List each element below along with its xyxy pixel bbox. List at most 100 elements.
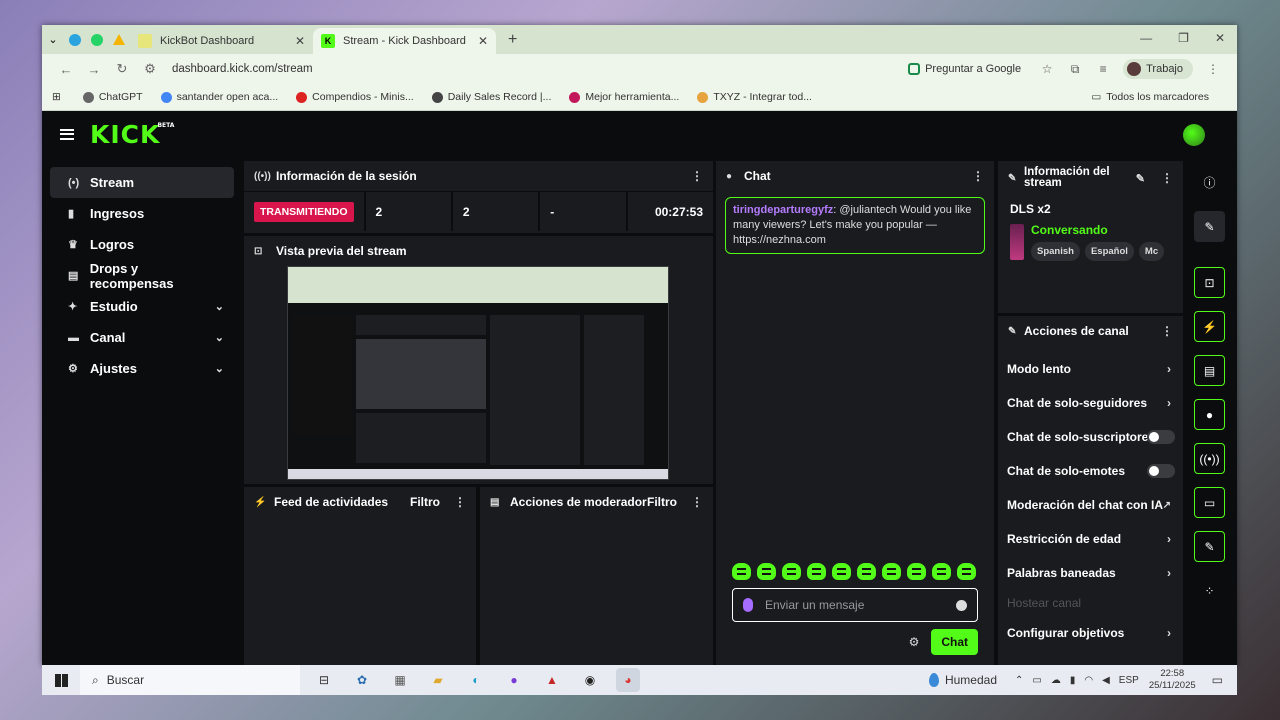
edit-layout-icon[interactable]: ✎ — [1194, 211, 1225, 242]
channel-action-item[interactable]: Moderación del chat con IA ↗ — [998, 488, 1183, 522]
restore-icon[interactable]: ❐ — [1178, 31, 1189, 45]
sidebar-item-drops-y-recompensas[interactable]: ▤ Drops y recompensas — [50, 260, 234, 291]
feed-filter-button[interactable]: Filtro — [410, 495, 440, 509]
reload-icon[interactable]: ↻ — [108, 61, 136, 77]
design-app-icon[interactable]: ▲ — [540, 668, 564, 692]
sidebar-item-estudio[interactable]: ✦ Estudio ⌄ — [50, 291, 234, 322]
send-chat-button[interactable]: Chat — [931, 629, 978, 655]
close-tab-icon[interactable]: ✕ — [478, 34, 488, 48]
forward-icon[interactable]: → — [80, 62, 108, 77]
emote-icon[interactable] — [782, 563, 801, 580]
bookmark-item[interactable]: santander open aca... — [160, 91, 278, 103]
site-info-icon[interactable]: ⚙ — [136, 61, 164, 77]
task-view-icon[interactable]: ⊟ — [312, 668, 336, 692]
channel-action-item[interactable]: Restricción de edad › — [998, 522, 1183, 556]
tray-chevron-icon[interactable]: ⌃ — [1015, 675, 1023, 686]
tray-app-icon[interactable]: ▭ — [1032, 675, 1041, 686]
close-tab-icon[interactable]: ✕ — [295, 34, 305, 48]
menu-icon[interactable]: ⋮ — [1199, 62, 1227, 76]
chrome-icon[interactable]: ◕ — [616, 668, 640, 692]
calculator-icon[interactable]: ▦ — [388, 668, 412, 692]
telegram-tab-icon[interactable] — [64, 29, 86, 51]
ask-google-button[interactable]: Preguntar a Google — [908, 63, 1021, 75]
windows-start-icon[interactable] — [42, 673, 80, 687]
emote-icon[interactable] — [832, 563, 851, 580]
bookmark-item[interactable]: Mejor herramienta... — [569, 91, 679, 103]
bookmark-star-icon[interactable]: ☆ — [1033, 62, 1061, 76]
edge-icon[interactable]: ◐ — [464, 668, 488, 692]
hamburger-menu-icon[interactable] — [60, 128, 74, 140]
language-indicator[interactable]: ESP — [1119, 675, 1139, 686]
taskbar-search[interactable]: ⌕ Buscar — [80, 665, 300, 695]
channel-action-item[interactable]: Palabras baneadas › — [998, 556, 1183, 590]
sidebar-item-canal[interactable]: ▬ Canal ⌄ — [50, 322, 234, 353]
bookmark-item[interactable]: TXYZ - Integrar tod... — [697, 91, 812, 103]
obs-icon[interactable]: ◉ — [578, 668, 602, 692]
minimize-icon[interactable]: — — [1140, 31, 1152, 45]
preview-toggle-icon[interactable]: ⊡ — [1194, 267, 1225, 298]
more-options-icon[interactable]: ⋮ — [1161, 171, 1173, 185]
wifi-icon[interactable]: ◠ — [1084, 675, 1093, 686]
mod-filter-button[interactable]: Filtro — [647, 495, 677, 509]
user-avatar-icon[interactable] — [1183, 124, 1205, 146]
drive-tab-icon[interactable] — [108, 29, 130, 51]
emote-icon[interactable] — [732, 563, 751, 580]
sidebar-item-ingresos[interactable]: ▮ Ingresos — [50, 198, 234, 229]
chat-settings-icon[interactable]: ⚙ — [909, 635, 920, 649]
broadcast-toggle-icon[interactable]: ((•)) — [1194, 443, 1225, 474]
kick-logo[interactable]: KICK BETA — [90, 120, 174, 149]
category-name[interactable]: Conversando — [1031, 223, 1171, 237]
mod-actions-toggle-icon[interactable]: ▤ — [1194, 355, 1225, 386]
profile-button[interactable]: Trabajo — [1123, 59, 1193, 79]
channel-action-item[interactable]: Chat de solo-seguidores › — [998, 386, 1183, 420]
sidebar-item-stream[interactable]: (•) Stream — [50, 167, 234, 198]
all-bookmarks[interactable]: ▭ Todos los marcadores — [1091, 91, 1209, 103]
more-options-icon[interactable]: ⋮ — [454, 495, 466, 509]
chat-username[interactable]: tiringdeparturegyfz — [733, 204, 833, 216]
emote-icon[interactable] — [757, 563, 776, 580]
whatsapp-tab-icon[interactable] — [86, 29, 108, 51]
tab-search-icon[interactable]: ⌄ — [42, 29, 64, 51]
sidebar-item-logros[interactable]: ♛ Logros — [50, 229, 234, 260]
media-icon[interactable]: ≡ — [1089, 62, 1117, 76]
emote-icon[interactable] — [932, 563, 951, 580]
chat-message-input[interactable]: Enviar un mensaje — [732, 588, 978, 622]
channel-action-item[interactable]: Modo lento › — [998, 352, 1183, 386]
tab-kickbot[interactable]: KickBot Dashboard ✕ — [130, 28, 313, 54]
url-field[interactable]: dashboard.kick.com/stream — [172, 63, 908, 75]
bookmark-item[interactable]: Compendios - Minis... — [296, 91, 414, 103]
back-icon[interactable]: ← — [52, 62, 80, 77]
emote-icon[interactable] — [857, 563, 876, 580]
apps-grid-icon[interactable]: ⊞ — [52, 91, 61, 103]
info-icon[interactable]: ⓘ — [1194, 167, 1225, 198]
toggle-switch[interactable] — [1147, 430, 1175, 444]
emote-icon[interactable] — [807, 563, 826, 580]
notifications-icon[interactable]: ▭ — [1212, 673, 1223, 687]
close-window-icon[interactable]: ✕ — [1215, 31, 1225, 45]
volume-icon[interactable]: ◀ — [1102, 675, 1110, 686]
emoji-icon[interactable] — [956, 599, 967, 611]
sidebar-item-ajustes[interactable]: ⚙ Ajustes ⌄ — [50, 353, 234, 384]
more-widgets-icon[interactable]: ⁘ — [1194, 575, 1225, 606]
media-app-icon[interactable]: ● — [502, 668, 526, 692]
emote-icon[interactable] — [907, 563, 926, 580]
app-icon[interactable]: ✿ — [350, 668, 374, 692]
more-options-icon[interactable]: ⋮ — [972, 169, 984, 183]
more-options-icon[interactable]: ⋮ — [1161, 324, 1173, 338]
bookmark-item[interactable]: Daily Sales Record |... — [431, 91, 551, 103]
stream-preview-video[interactable] — [287, 266, 669, 480]
extensions-icon[interactable]: ⧉ — [1061, 62, 1089, 77]
toggle-switch[interactable] — [1147, 464, 1175, 478]
more-options-icon[interactable]: ⋮ — [691, 495, 703, 509]
channel-action-item[interactable]: Chat de solo-suscriptores — [998, 420, 1183, 454]
channel-action-item[interactable]: Chat de solo-emotes — [998, 454, 1183, 488]
microphone-icon[interactable] — [743, 598, 753, 612]
activity-toggle-icon[interactable]: ⚡ — [1194, 311, 1225, 342]
emote-icon[interactable] — [882, 563, 901, 580]
file-explorer-icon[interactable]: ▰ — [426, 668, 450, 692]
edit-icon[interactable]: ✎ — [1136, 172, 1145, 185]
session-toggle-icon[interactable]: ▭ — [1194, 487, 1225, 518]
usb-icon[interactable]: ▮ — [1070, 675, 1076, 686]
new-tab-icon[interactable]: + — [508, 31, 517, 49]
bookmark-item[interactable]: ChatGPT — [82, 91, 143, 103]
